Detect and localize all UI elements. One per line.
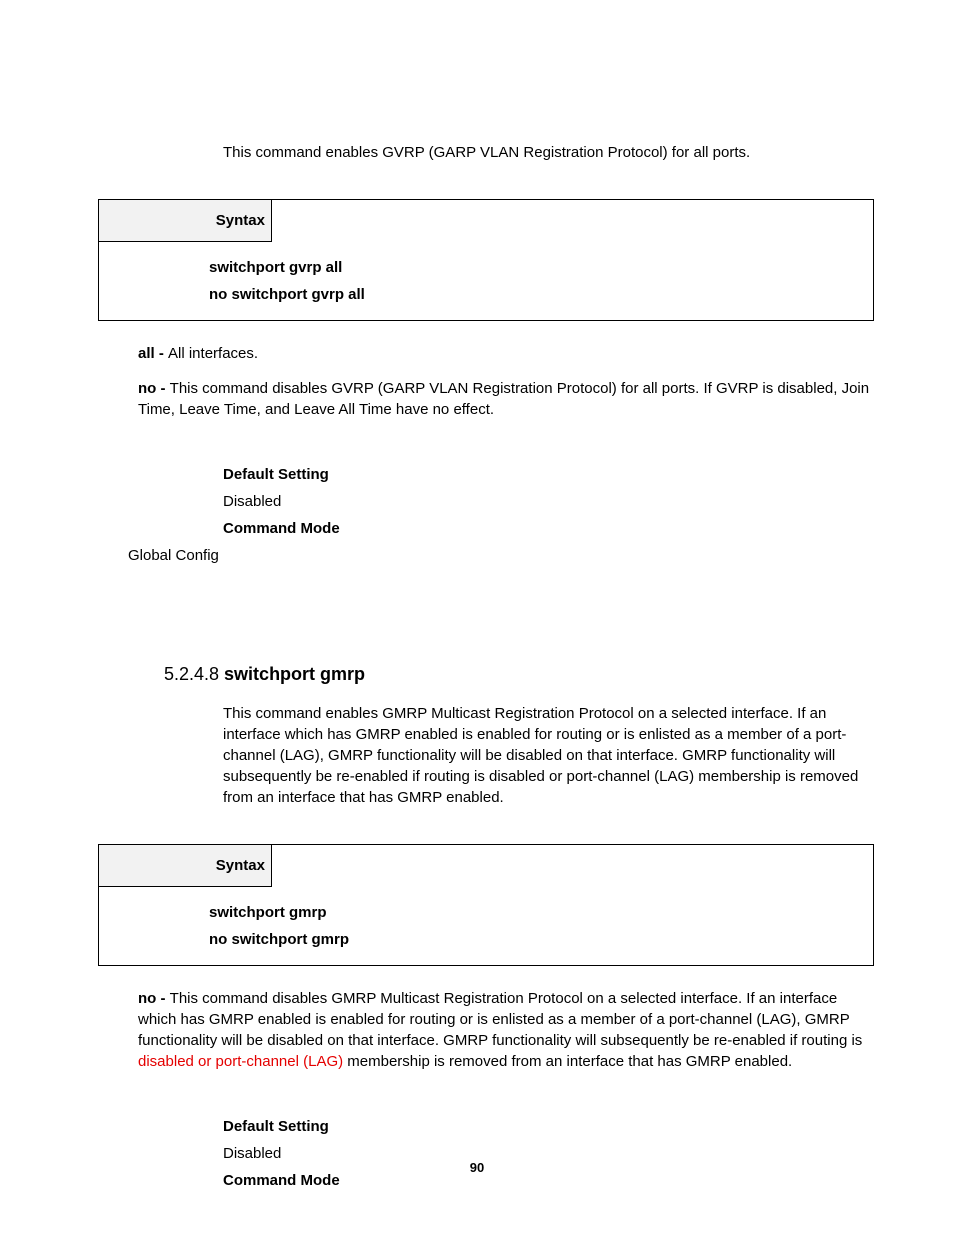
page-number: 90 [0,1159,954,1177]
param-label: all - [138,345,168,362]
syntax-header-row: Syntax [99,845,873,887]
syntax-label: Syntax [99,845,272,887]
param-label: no - [138,380,170,397]
section-heading: 5.2.4.8 switchport gmrp [164,662,874,687]
param-text-red: disabled or port-channel (LAG) [138,1053,343,1070]
default-setting-value: Disabled [223,491,874,512]
param-description-gmrp: no - This command disables GMRP Multicas… [138,988,874,1072]
intro-paragraph-gvrp: This command enables GVRP (GARP VLAN Reg… [223,142,874,163]
command-mode-value: Global Config [128,545,874,566]
syntax-line: no switchport gvrp all [209,281,873,308]
syntax-line: switchport gvrp all [209,254,873,281]
syntax-box-gmrp: Syntax switchport gmrp no switchport gmr… [98,844,874,966]
page-content: This command enables GVRP (GARP VLAN Reg… [98,142,874,1197]
param-no: no - This command disables GMRP Multicas… [138,988,874,1072]
param-text: All interfaces. [168,345,258,362]
param-text-b: membership is removed from an interface … [343,1053,792,1070]
syntax-line: no switchport gmrp [209,926,873,953]
command-mode-label: Command Mode [223,518,874,539]
definition-block-gmrp: Default Setting Disabled Command Mode [223,1116,874,1191]
default-setting-label: Default Setting [223,1116,874,1137]
syntax-body-gmrp: switchport gmrp no switchport gmrp [99,887,873,965]
default-setting-label: Default Setting [223,464,874,485]
param-label: no - [138,990,170,1007]
syntax-header-row: Syntax [99,200,873,242]
definition-block-gvrp: Default Setting Disabled Command Mode [223,464,874,539]
syntax-body-gvrp: switchport gvrp all no switchport gvrp a… [99,242,873,320]
param-no: no - This command disables GVRP (GARP VL… [138,378,874,420]
section-number: 5.2.4.8 [164,664,224,684]
param-all: all - All interfaces. [138,343,874,364]
syntax-box-gvrp: Syntax switchport gvrp all no switchport… [98,199,874,321]
syntax-label: Syntax [99,200,272,242]
syntax-line: switchport gmrp [209,899,873,926]
param-text: This command disables GVRP (GARP VLAN Re… [138,380,869,418]
intro-paragraph-gmrp: This command enables GMRP Multicast Regi… [223,703,874,808]
section-title: switchport gmrp [224,664,365,684]
param-text-a: This command disables GMRP Multicast Reg… [138,990,862,1049]
param-description-gvrp: all - All interfaces. no - This command … [138,343,874,420]
